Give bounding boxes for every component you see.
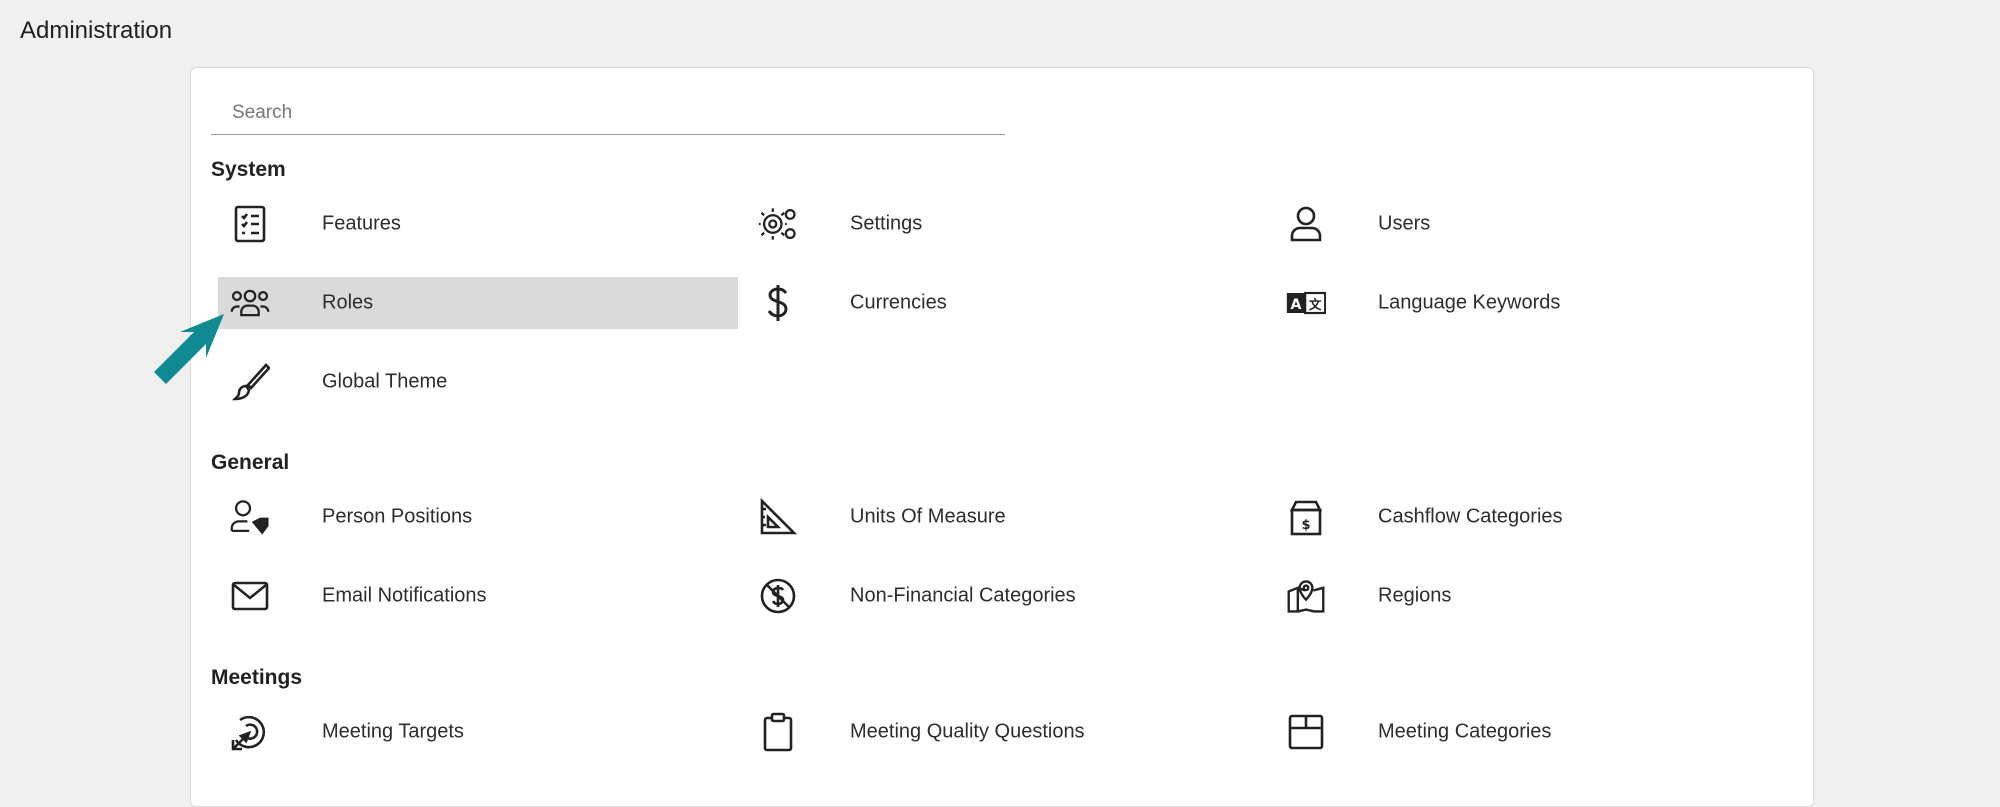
clipboard-icon	[758, 712, 798, 752]
admin-item-label: Currencies	[850, 291, 947, 314]
map-pin-icon	[1286, 576, 1326, 616]
admin-card: System Features Settings	[190, 67, 1814, 807]
admin-item-regions[interactable]: Regions	[1274, 570, 1794, 622]
admin-item-meeting-quality-questions[interactable]: Meeting Quality Questions	[746, 706, 1266, 758]
admin-item-non-financial-categories[interactable]: Non-Financial Categories	[746, 570, 1266, 622]
translate-icon: A 文	[1286, 283, 1326, 323]
admin-item-units-of-measure[interactable]: Units Of Measure	[746, 491, 1266, 543]
users-group-icon	[230, 283, 270, 323]
user-tag-icon	[230, 497, 270, 537]
checklist-icon	[230, 204, 270, 244]
admin-item-label: Meeting Quality Questions	[850, 720, 1085, 743]
admin-item-features[interactable]: Features	[218, 198, 738, 250]
admin-item-label: Non-Financial Categories	[850, 584, 1076, 607]
svg-text:A: A	[1291, 297, 1302, 313]
search-input[interactable]	[211, 94, 1005, 132]
admin-item-users[interactable]: Users	[1274, 198, 1794, 250]
admin-item-person-positions[interactable]: Person Positions	[218, 491, 738, 543]
section-title-general: General	[211, 451, 290, 474]
money-box-icon: $	[1286, 497, 1326, 537]
brush-icon	[230, 362, 270, 402]
admin-item-label: Units Of Measure	[850, 505, 1006, 528]
section-title-system: System	[211, 158, 286, 181]
admin-item-label: Features	[322, 212, 401, 235]
admin-item-label: Cashflow Categories	[1378, 505, 1563, 528]
admin-item-label: Person Positions	[322, 505, 473, 528]
admin-item-label: Users	[1378, 212, 1431, 235]
no-dollar-icon	[758, 576, 798, 616]
admin-item-settings[interactable]: Settings	[746, 198, 1266, 250]
admin-item-cashflow-categories[interactable]: $ Cashflow Categories	[1274, 491, 1794, 543]
box-icon	[1286, 712, 1326, 752]
admin-item-label: Language Keywords	[1378, 291, 1561, 314]
admin-item-roles[interactable]: Roles	[218, 277, 738, 329]
svg-text:$: $	[1301, 518, 1310, 533]
admin-item-language-keywords[interactable]: A 文 Language Keywords	[1274, 277, 1794, 329]
dollar-icon	[758, 283, 798, 323]
admin-item-label: Meeting Targets	[322, 720, 464, 743]
page-title: Administration	[20, 17, 173, 44]
admin-item-label: Roles	[322, 291, 374, 314]
admin-item-global-theme[interactable]: Global Theme	[218, 356, 738, 408]
section-title-meetings: Meetings	[211, 666, 303, 689]
search-field[interactable]	[211, 94, 1005, 135]
admin-item-currencies[interactable]: Currencies	[746, 277, 1266, 329]
user-icon	[1286, 204, 1326, 244]
admin-item-meeting-targets[interactable]: Meeting Targets	[218, 706, 738, 758]
target-arrow-icon	[230, 712, 270, 752]
admin-item-label: Meeting Categories	[1378, 720, 1552, 743]
admin-item-label: Regions	[1378, 584, 1452, 607]
admin-item-label: Settings	[850, 212, 923, 235]
pointer-arrow-icon	[154, 314, 224, 384]
gears-icon	[758, 204, 798, 244]
admin-item-email-notifications[interactable]: Email Notifications	[218, 570, 738, 622]
admin-item-label: Email Notifications	[322, 584, 487, 607]
envelope-icon	[230, 576, 270, 616]
admin-item-label: Global Theme	[322, 370, 448, 393]
ruler-triangle-icon	[758, 497, 798, 537]
svg-text:文: 文	[1309, 297, 1322, 312]
admin-item-meeting-categories[interactable]: Meeting Categories	[1274, 706, 1794, 758]
